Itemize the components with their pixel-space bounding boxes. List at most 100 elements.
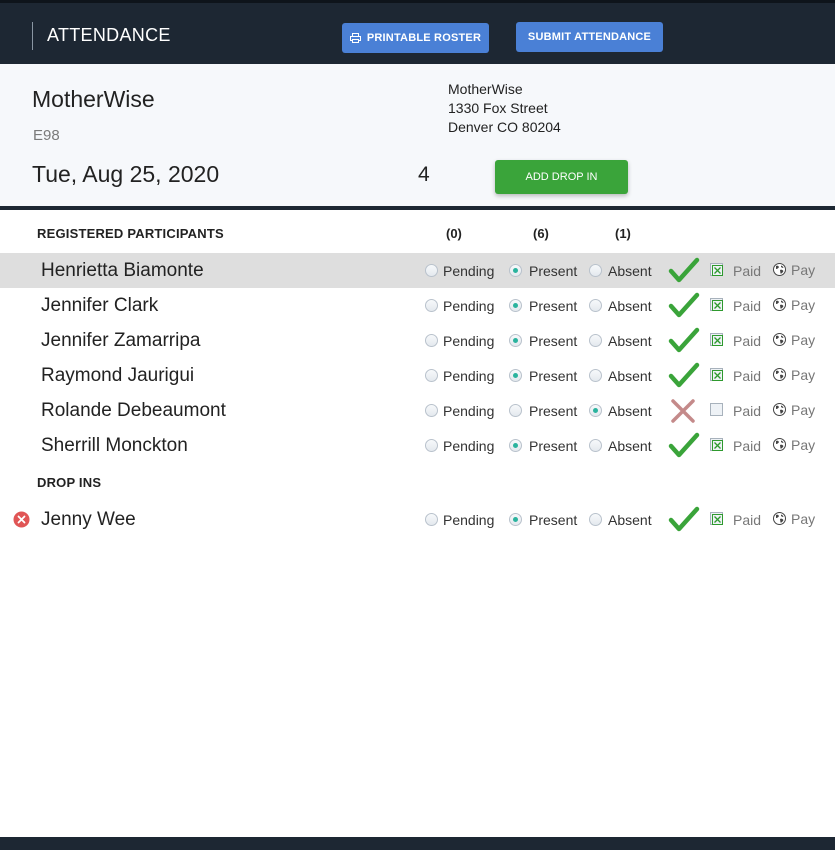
address-line-1: MotherWise [448, 81, 523, 97]
absent-label: Absent [608, 298, 652, 314]
paid-checkbox[interactable] [710, 298, 723, 311]
absent-radio[interactable] [589, 439, 602, 452]
pending-radio[interactable] [425, 334, 438, 347]
present-radio[interactable] [509, 264, 522, 277]
present-radio[interactable] [509, 513, 522, 526]
submit-attendance-button[interactable]: SUBMIT ATTENDANCE [516, 22, 663, 52]
absent-radio[interactable] [589, 404, 602, 417]
participant-row: Jennifer Clark Pending Present Absent Paid Pa… [0, 288, 835, 323]
absent-radio[interactable] [589, 369, 602, 382]
present-label: Present [529, 263, 578, 279]
paid-checkbox[interactable] [710, 333, 723, 346]
address-line-3: Denver CO 80204 [448, 119, 561, 135]
absent-label: Absent [608, 403, 652, 419]
globe-icon[interactable] [773, 512, 786, 525]
absent-label: Absent [608, 333, 652, 349]
paid-label: Paid [733, 333, 762, 349]
add-drop-in-button[interactable]: ADD DROP IN [495, 160, 628, 194]
globe-icon[interactable] [773, 263, 786, 276]
address-line-2: 1330 Fox Street [448, 100, 548, 116]
organization-name: MotherWise [32, 86, 155, 112]
participant-row: Jennifer Zamarripa Pending Present Absent Pa… [0, 323, 835, 358]
absent-radio[interactable] [589, 513, 602, 526]
pending-radio[interactable] [425, 369, 438, 382]
pending-label: Pending [443, 403, 495, 419]
top-bar: ATTENDANCE PRINTABLE ROSTER SUBMIT ATTEN… [0, 0, 835, 64]
globe-icon[interactable] [773, 298, 786, 311]
printable-roster-button[interactable]: PRINTABLE ROSTER [342, 23, 489, 53]
globe-icon[interactable] [773, 368, 786, 381]
participant-name: Rolande Debeaumont [41, 400, 226, 421]
pending-label: Pending [443, 263, 495, 279]
present-label: Present [529, 403, 578, 419]
paid-checkbox[interactable] [710, 403, 723, 416]
paid-checkbox[interactable] [710, 438, 723, 451]
pay-link[interactable]: Pay [791, 332, 815, 348]
pay-link[interactable]: Pay [791, 402, 815, 418]
present-radio[interactable] [509, 334, 522, 347]
present-radio[interactable] [509, 299, 522, 312]
checkmark-icon [668, 257, 700, 283]
pending-label: Pending [443, 512, 495, 528]
pending-radio[interactable] [425, 439, 438, 452]
globe-icon[interactable] [773, 333, 786, 346]
class-date: Tue, Aug 25, 2020 [32, 161, 220, 187]
absent-label: Absent [608, 263, 652, 279]
pay-link[interactable]: Pay [791, 511, 815, 527]
checkmark-icon [668, 506, 700, 532]
globe-icon[interactable] [773, 403, 786, 416]
pending-label: Pending [443, 438, 495, 454]
pay-link[interactable]: Pay [791, 367, 815, 383]
paid-label: Paid [733, 263, 762, 279]
paid-checkbox[interactable] [710, 368, 723, 381]
paid-checkbox[interactable] [710, 512, 723, 525]
present-label: Present [529, 333, 578, 349]
pending-label: Pending [443, 368, 495, 384]
checkmark-icon [668, 327, 700, 353]
participant-row: Rolande Debeaumont Pending Present Absent Pa… [0, 393, 835, 428]
present-label: Present [529, 298, 578, 314]
pay-link[interactable]: Pay [791, 262, 815, 278]
participant-row: Jenny Wee Pending Present Absent Paid Pay [0, 502, 835, 537]
present-radio[interactable] [509, 439, 522, 452]
title-separator [32, 22, 33, 50]
paid-label: Paid [733, 512, 762, 528]
globe-icon[interactable] [773, 438, 786, 451]
pending-label: Pending [443, 298, 495, 314]
participant-row: Sherrill Monckton Pending Present Absent Pai… [0, 428, 835, 463]
absent-radio[interactable] [589, 299, 602, 312]
remove-circle-icon[interactable] [13, 511, 30, 528]
registered-participants-heading: REGISTERED PARTICIPANTS [37, 226, 224, 241]
checkmark-icon [668, 362, 700, 388]
participant-name: Jenny Wee [41, 509, 136, 530]
pending-radio[interactable] [425, 404, 438, 417]
pending-label: Pending [443, 333, 495, 349]
absent-radio[interactable] [589, 334, 602, 347]
participant-name: Jennifer Clark [41, 295, 159, 316]
checkmark-icon [668, 292, 700, 318]
participant-name: Jennifer Zamarripa [41, 330, 201, 351]
absent-radio[interactable] [589, 264, 602, 277]
paid-label: Paid [733, 368, 762, 384]
absent-label: Absent [608, 512, 652, 528]
pending-radio[interactable] [425, 299, 438, 312]
pending-radio[interactable] [425, 264, 438, 277]
pay-link[interactable]: Pay [791, 437, 815, 453]
class-code: E98 [33, 127, 60, 144]
x-mark-icon [671, 399, 695, 423]
pending-radio[interactable] [425, 513, 438, 526]
paid-label: Paid [733, 403, 762, 419]
present-total: (6) [533, 226, 549, 241]
participant-name: Henrietta Biamonte [41, 260, 204, 281]
present-radio[interactable] [509, 404, 522, 417]
page-title: ATTENDANCE [47, 25, 171, 45]
participant-name: Raymond Jaurigui [41, 365, 195, 386]
paid-checkbox[interactable] [710, 263, 723, 276]
pay-link[interactable]: Pay [791, 297, 815, 313]
printer-icon [349, 33, 361, 43]
absent-label: Absent [608, 438, 652, 454]
absent-label: Absent [608, 368, 652, 384]
participant-row: Henrietta Biamonte Pending Present Absent Pa… [0, 253, 835, 288]
present-label: Present [529, 512, 578, 528]
present-radio[interactable] [509, 369, 522, 382]
